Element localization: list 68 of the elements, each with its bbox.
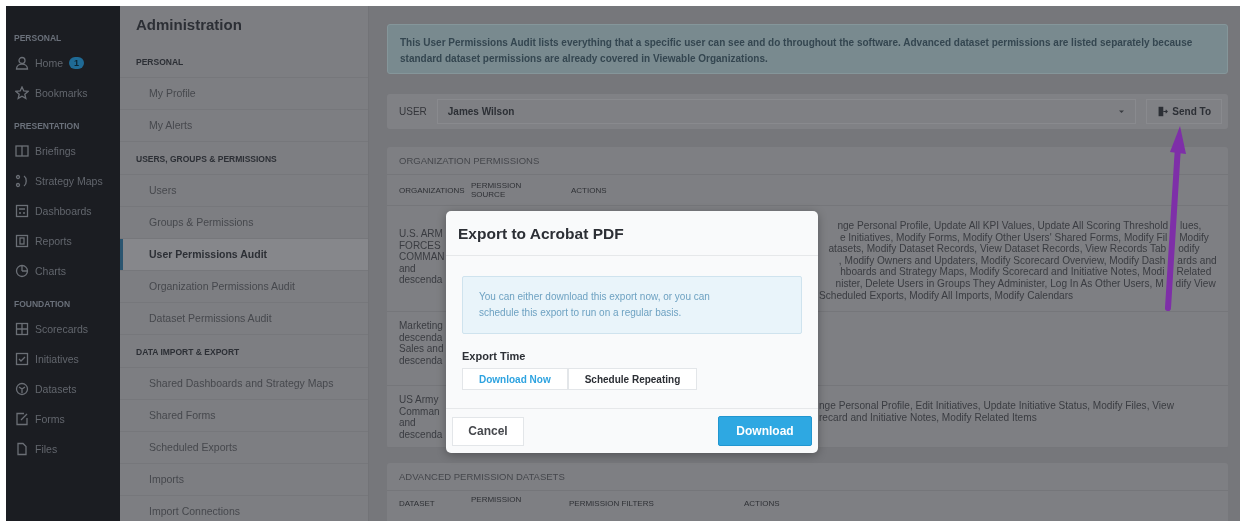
toggle-option[interactable]: Schedule Repeating (567, 368, 698, 390)
cell-text: atasets, Modify Dataset Records, View Dataset Records, View Records Tab (827, 243, 1167, 255)
table-cell-text: U.S. ARM FORCES COMMAN and descenda (399, 228, 446, 287)
cell-text: dify View (1175, 277, 1216, 290)
sidebar-item[interactable]: Charts (6, 256, 120, 286)
sidebar-item[interactable]: Files (6, 434, 120, 464)
column-header: ACTIONS (571, 185, 608, 195)
cancel-button[interactable]: Cancel (452, 416, 524, 446)
notification-badge: 1 (69, 57, 85, 69)
field-label: USER (399, 106, 427, 117)
sidebar-item[interactable]: Scorecards (6, 314, 120, 344)
sidebar-section-heading: FOUNDATION (13, 298, 72, 311)
nav-section-heading: DATA IMPORT & EXPORT (120, 335, 368, 368)
sidebar-section-heading: PERSONAL (13, 32, 63, 45)
sidebar-item[interactable]: Dashboards (6, 196, 120, 226)
cell-text: Modify (1179, 231, 1209, 244)
report-icon (15, 234, 29, 248)
sidebar-item[interactable]: Forms (6, 404, 120, 434)
cell-text: Scheduled Exports, Modify All Imports, Modify Calendars (819, 289, 1074, 302)
export-icon (1157, 106, 1169, 117)
nav-section-heading: PERSONAL (120, 45, 368, 78)
table-cell-text: Marketing descenda Sales and descenda (399, 320, 445, 368)
sidebar-section-heading: PRESENTATION (13, 120, 81, 133)
form-icon (15, 412, 29, 426)
cell-text: nge Personal Profile, Edit Initiatives, Update Initiative Status, Modify Files, View (819, 400, 1174, 412)
user-icon (15, 56, 29, 70)
book-icon (15, 144, 29, 158)
sidebar-item[interactable]: Home 1 (6, 48, 120, 78)
nav-item[interactable]: User Permissions Audit (120, 239, 368, 271)
download-button[interactable]: Download (718, 416, 812, 446)
table-cell-text: US Army Comman and descenda (399, 394, 444, 439)
info-banner: This User Permissions Audit lists everything that a specific user can see and do throughout the software. Advanced dataset permissions are listed separately because standard dataset permissions are already covered in Viewable Organizations. (387, 24, 1228, 74)
cell-text: e Initiatives, Modify Forms, Modify Other Users' Shared Forms, Modify Fil (838, 231, 1168, 244)
send-to-button[interactable]: Send To (1146, 99, 1222, 124)
sidebar-item[interactable]: Datasets (6, 374, 120, 404)
grid-icon (15, 322, 29, 336)
cell-text: odify (1178, 243, 1200, 255)
field-label: Export Time (462, 350, 527, 362)
caret-icon (1118, 108, 1126, 115)
sidebar-item[interactable]: Initiatives (6, 344, 120, 374)
toggle-option[interactable]: Download Now (462, 368, 568, 390)
cell-text: nge Personal Profile, Update All KPI Values, Update All Scoring Threshold (836, 220, 1169, 232)
panel-title: Administration (135, 15, 243, 35)
nav-section-heading: USERS, GROUPS & PERMISSIONS (120, 142, 368, 175)
column-header: PERMISSION SOURCE (471, 181, 523, 199)
sidebar-item[interactable]: Reports (6, 226, 120, 256)
user-select[interactable]: James Wilson (436, 99, 1137, 124)
cell-text: hboards and Strategy Maps, Modify Scorecard and Initiative Notes, Modi (839, 266, 1165, 278)
pie-chart-icon (15, 264, 29, 278)
sidebar-item[interactable]: Briefings (6, 136, 120, 166)
cell-text: Related (1176, 266, 1212, 278)
star-icon (15, 86, 29, 100)
column-header: PERMISSION FILTERS (569, 499, 655, 508)
file-icon (15, 442, 29, 456)
dialog-title: Export to Acrobat PDF (446, 211, 818, 256)
column-header: ORGANIZATIONS (399, 185, 466, 195)
cell-text: ards and (1177, 254, 1217, 267)
column-header: PERMISSION (471, 495, 523, 504)
info-message: You can either download this export now, or you can schedule this export to run on a regular basis. (462, 276, 802, 334)
checkbox-icon (15, 352, 29, 366)
cell-text: lues, (1180, 220, 1202, 232)
column-header: ACTIONS (744, 499, 781, 508)
cell-text: recard and Initiative Notes, Modify Related Items (819, 411, 1037, 424)
sidebar-item[interactable]: Strategy Maps (6, 166, 120, 196)
dashboard-icon (15, 204, 29, 218)
column-header: DATASET (399, 499, 436, 508)
sidebar-item[interactable]: Bookmarks (6, 78, 120, 108)
cell-text: , Modify Owners and Updaters, Modify Scorecard Overview, Modify Dash (837, 254, 1166, 267)
